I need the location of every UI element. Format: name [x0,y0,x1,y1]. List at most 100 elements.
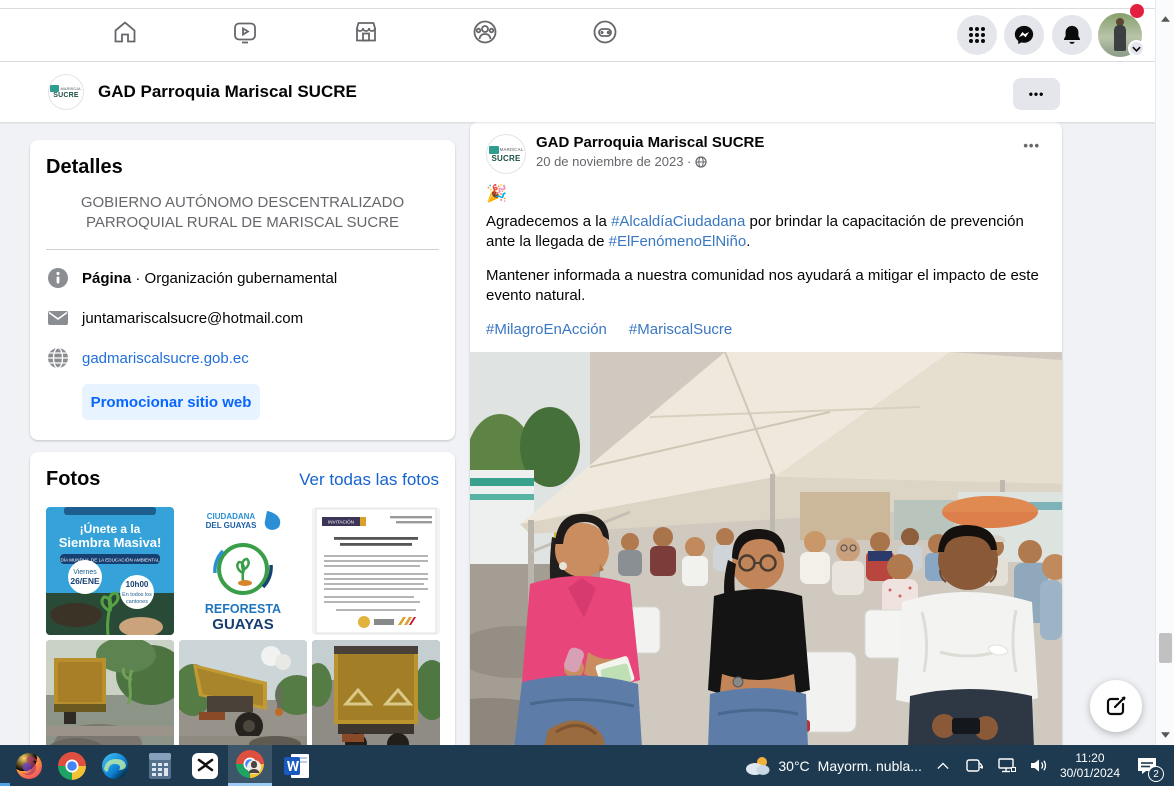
post-main-photo[interactable] [470,352,1062,745]
weather-cloud-icon [744,755,770,777]
taskbar-calculator[interactable] [140,745,180,786]
scroll-down-button[interactable] [1159,728,1172,741]
page-more-button[interactable]: ••• [1013,78,1060,110]
tab-watch[interactable] [217,10,273,54]
messenger-icon [1013,24,1035,46]
facebook-top-nav [0,0,1174,62]
tray-volume-button[interactable] [1028,745,1050,786]
page-avatar[interactable]: MARISCAL SUCRE [48,74,84,110]
see-all-photos-link[interactable]: Ver todas las fotos [299,470,439,490]
photo-thumb-truck-1[interactable] [46,640,174,745]
photo-thumb-truck-3[interactable] [312,640,440,745]
post-author-name[interactable]: GAD Parroquia Mariscal SUCRE [536,134,1017,151]
post-paragraph-2: Mantener informada a nuestra comunidad n… [486,266,1046,306]
p1-text: Agradecemos a la [486,213,611,230]
svg-text:DÍA MUNDIAL DE LA EDUCACIÓN AM: DÍA MUNDIAL DE LA EDUCACIÓN AMBIENTAL [60,557,159,563]
hashtag-alcaldia[interactable]: #AlcaldíaCiudadana [611,213,745,230]
apps-grid-icon [967,25,987,45]
page-scrollbar[interactable] [1155,0,1174,745]
scrollbar-thumb[interactable] [1159,633,1172,663]
taskbar-firefox[interactable] [9,745,49,786]
post-timestamp[interactable]: 20 de noviembre de 2023 · [536,154,1017,169]
photo-thumb-siembra-poster[interactable]: ¡Únete a la Siembra Masiva! DÍA MUNDIAL … [46,507,174,635]
gaming-icon [591,18,619,46]
hashtag-fenomeno[interactable]: #ElFenómenoElNiño [609,233,747,250]
tray-network-button[interactable] [996,745,1018,786]
compose-pencil-icon [1104,694,1128,718]
tab-marketplace[interactable] [338,10,394,54]
bell-icon [1061,24,1083,46]
edge-icon [100,751,130,781]
svg-text:En todos los: En todos los [122,592,152,598]
hashtag-mariscal[interactable]: #MariscalSucre [629,320,732,340]
tray-expand-button[interactable] [932,745,954,786]
page-logo-bottom-text: SUCRE [53,92,79,99]
category-sep: · [131,270,144,287]
scroll-up-button[interactable] [1159,12,1172,25]
post-body: 🎉 Agradecemos a la #AlcaldíaCiudadana po… [470,174,1062,340]
svg-text:Viernes: Viernes [73,569,97,576]
svg-text:cantones: cantones [126,599,148,605]
taskbar-edge[interactable] [95,745,135,786]
svg-text:CIUDADANA: CIUDADANA [207,512,256,521]
page-header-bar: MARISCAL SUCRE GAD Parroquia Mariscal SU… [0,62,1174,122]
avatar-person-body [1114,25,1126,51]
notifications-button[interactable] [1052,15,1092,55]
info-icon [46,266,70,290]
tab-groups[interactable] [457,10,513,54]
groups-icon [471,18,499,46]
page-logo-icon [50,85,59,92]
taskbar-word[interactable] [277,745,317,786]
photos-grid: ¡Únete a la Siembra Masiva! DÍA MUNDIAL … [46,507,439,745]
details-website-row: gadmariscalsucre.gob.ec [46,346,439,370]
photo-thumb-truck-2[interactable] [179,640,307,745]
weather-condition: Mayorm. nubla... [818,758,922,774]
tray-cast-button[interactable] [964,745,986,786]
watch-icon [231,18,259,46]
tab-home[interactable] [97,10,153,54]
taskbar-tray: 30°C Mayorm. nubla... [744,745,1164,786]
firefox-icon [14,751,44,781]
taskbar-chrome[interactable] [52,745,92,786]
truck-photo-3 [312,640,440,745]
windows-taskbar: 30°C Mayorm. nubla... [0,745,1174,786]
details-divider [46,249,439,250]
account-menu-chevron[interactable] [1128,40,1145,57]
messenger-button[interactable] [1004,15,1044,55]
invitacion-document-image: INVITACIÓN [312,507,440,635]
siembra-poster-image: ¡Únete a la Siembra Masiva! DÍA MUNDIAL … [46,507,174,635]
action-center-button[interactable]: 2 [1130,745,1164,786]
photo-thumb-invitacion-document[interactable]: INVITACIÓN [312,507,440,635]
scroll-down-arrow-icon [1161,732,1170,738]
post-logo-icon [489,146,499,154]
promote-website-button[interactable]: Promocionar sitio web [82,384,260,420]
details-category-row: Página · Organización gubernamental [46,266,439,290]
compose-button[interactable] [1090,680,1142,732]
clock-date: 30/01/2024 [1060,766,1120,781]
post-date-text: 20 de noviembre de 2023 · [536,154,691,169]
svg-text:Siembra Masiva!: Siembra Masiva! [59,535,162,550]
photos-title: Fotos [46,468,100,491]
tab-gaming[interactable] [577,10,633,54]
reforesta-poster-image: CIUDADANA DEL GUAYAS REFORESTA GUAYAS [179,507,307,635]
marketplace-icon [352,18,380,46]
taskbar-clock[interactable]: 11:20 30/01/2024 [1060,751,1120,781]
taskbar-chrome-active[interactable] [228,745,272,786]
svg-text:¡Únete a la: ¡Únete a la [80,521,141,536]
website-link[interactable]: gadmariscalsucre.gob.ec [82,350,249,367]
taskbar-capcut[interactable] [185,745,225,786]
content-area: Detalles GOBIERNO AUTÓNOMO DESCENTRALIZA… [0,122,1174,745]
notification-count-badge: 2 [1148,766,1164,782]
post-more-button[interactable]: ••• [1017,134,1046,157]
home-icon [111,18,139,46]
apps-menu-button[interactable] [957,15,997,55]
truck-photo-1 [46,640,174,745]
network-icon [998,758,1016,773]
taskbar-weather[interactable]: 30°C Mayorm. nubla... [744,755,922,777]
svg-text:10h00: 10h00 [126,580,149,589]
hashtag-milagro[interactable]: #MilagroEnAcción [486,320,607,340]
post-card: MARISCAL SUCRE GAD Parroquia Mariscal SU… [470,122,1062,745]
post-author-avatar[interactable]: MARISCAL SUCRE [486,134,526,174]
photo-thumb-reforesta-poster[interactable]: CIUDADANA DEL GUAYAS REFORESTA GUAYAS [179,507,307,635]
category-value: Organización gubernamental [145,270,338,287]
